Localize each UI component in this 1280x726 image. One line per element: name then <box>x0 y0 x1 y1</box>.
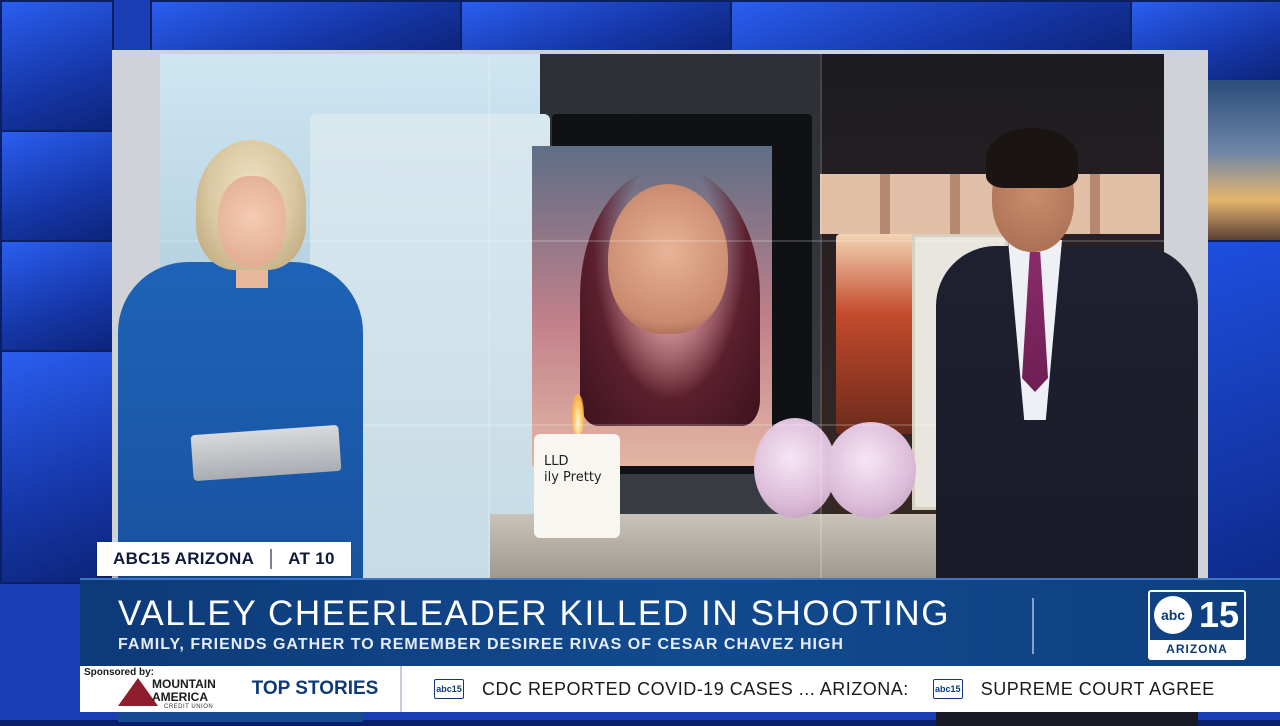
anchor-face <box>218 176 286 268</box>
headline: VALLEY CHEERLEADER KILLED IN SHOOTING <box>118 594 951 633</box>
ticker-items: abc15 CDC REPORTED COVID-19 CASES ... AR… <box>410 666 1215 712</box>
photo-face <box>608 184 728 334</box>
news-ticker: Sponsored by: MOUNTAIN AMERICA CREDIT UN… <box>80 666 1280 712</box>
city-skyline-screen <box>1205 80 1280 240</box>
abc15-small-logo-icon: abc15 <box>434 679 464 699</box>
lower-third-divider <box>1032 598 1034 654</box>
sponsor-subtitle: CREDIT UNION <box>164 704 214 710</box>
program-tag-row: ABC15 ARIZONA AT 10 <box>97 542 351 576</box>
lower-third: VALLEY CHEERLEADER KILLED IN SHOOTING FA… <box>80 578 1280 668</box>
ticker-item: SUPREME COURT AGREE <box>980 678 1215 699</box>
wall-seam <box>820 54 822 580</box>
anchor-hair <box>986 128 1078 188</box>
candle-flame <box>572 394 584 434</box>
rose <box>754 418 836 518</box>
abc-network-icon: abc <box>1154 596 1192 634</box>
saint-candle <box>836 234 916 434</box>
studio-panel <box>150 0 464 54</box>
studio-panel <box>0 130 114 244</box>
station-tag: ABC15 ARIZONA <box>113 549 255 568</box>
candle-writing-line2: ily Pretty <box>544 470 602 485</box>
time-tag: AT 10 <box>288 549 335 568</box>
studio-panel <box>0 240 114 354</box>
ticker-item: CDC REPORTED COVID-19 CASES ... ARIZONA: <box>482 678 909 699</box>
sponsor-name-line2: AMERICA <box>152 690 208 704</box>
channel-number: 15 <box>1198 594 1240 635</box>
white-candle: LLD ily Pretty <box>534 434 620 538</box>
abc15-logo: abc 15 ARIZONA <box>1148 590 1246 660</box>
studio-panel <box>460 0 734 54</box>
studio-panel <box>730 0 1134 54</box>
studio-panel <box>0 0 114 134</box>
rose <box>826 422 916 518</box>
candle-writing-line1: LLD <box>544 454 569 469</box>
sponsored-by-label: Sponsored by: <box>84 667 155 678</box>
top-stories-label: TOP STORIES <box>230 666 402 712</box>
logo-location: ARIZONA <box>1150 640 1244 658</box>
wall-seam <box>488 54 490 580</box>
sponsor-name: MOUNTAIN AMERICA <box>152 678 216 704</box>
studio-panel <box>1200 240 1280 584</box>
sponsor-block: Sponsored by: MOUNTAIN AMERICA CREDIT UN… <box>80 666 230 712</box>
candle-writing: LLD ily Pretty <box>544 454 602 486</box>
abc15-small-logo-icon: abc15 <box>932 679 963 699</box>
subheadline: FAMILY, FRIENDS GATHER TO REMEMBER DESIR… <box>118 636 844 653</box>
